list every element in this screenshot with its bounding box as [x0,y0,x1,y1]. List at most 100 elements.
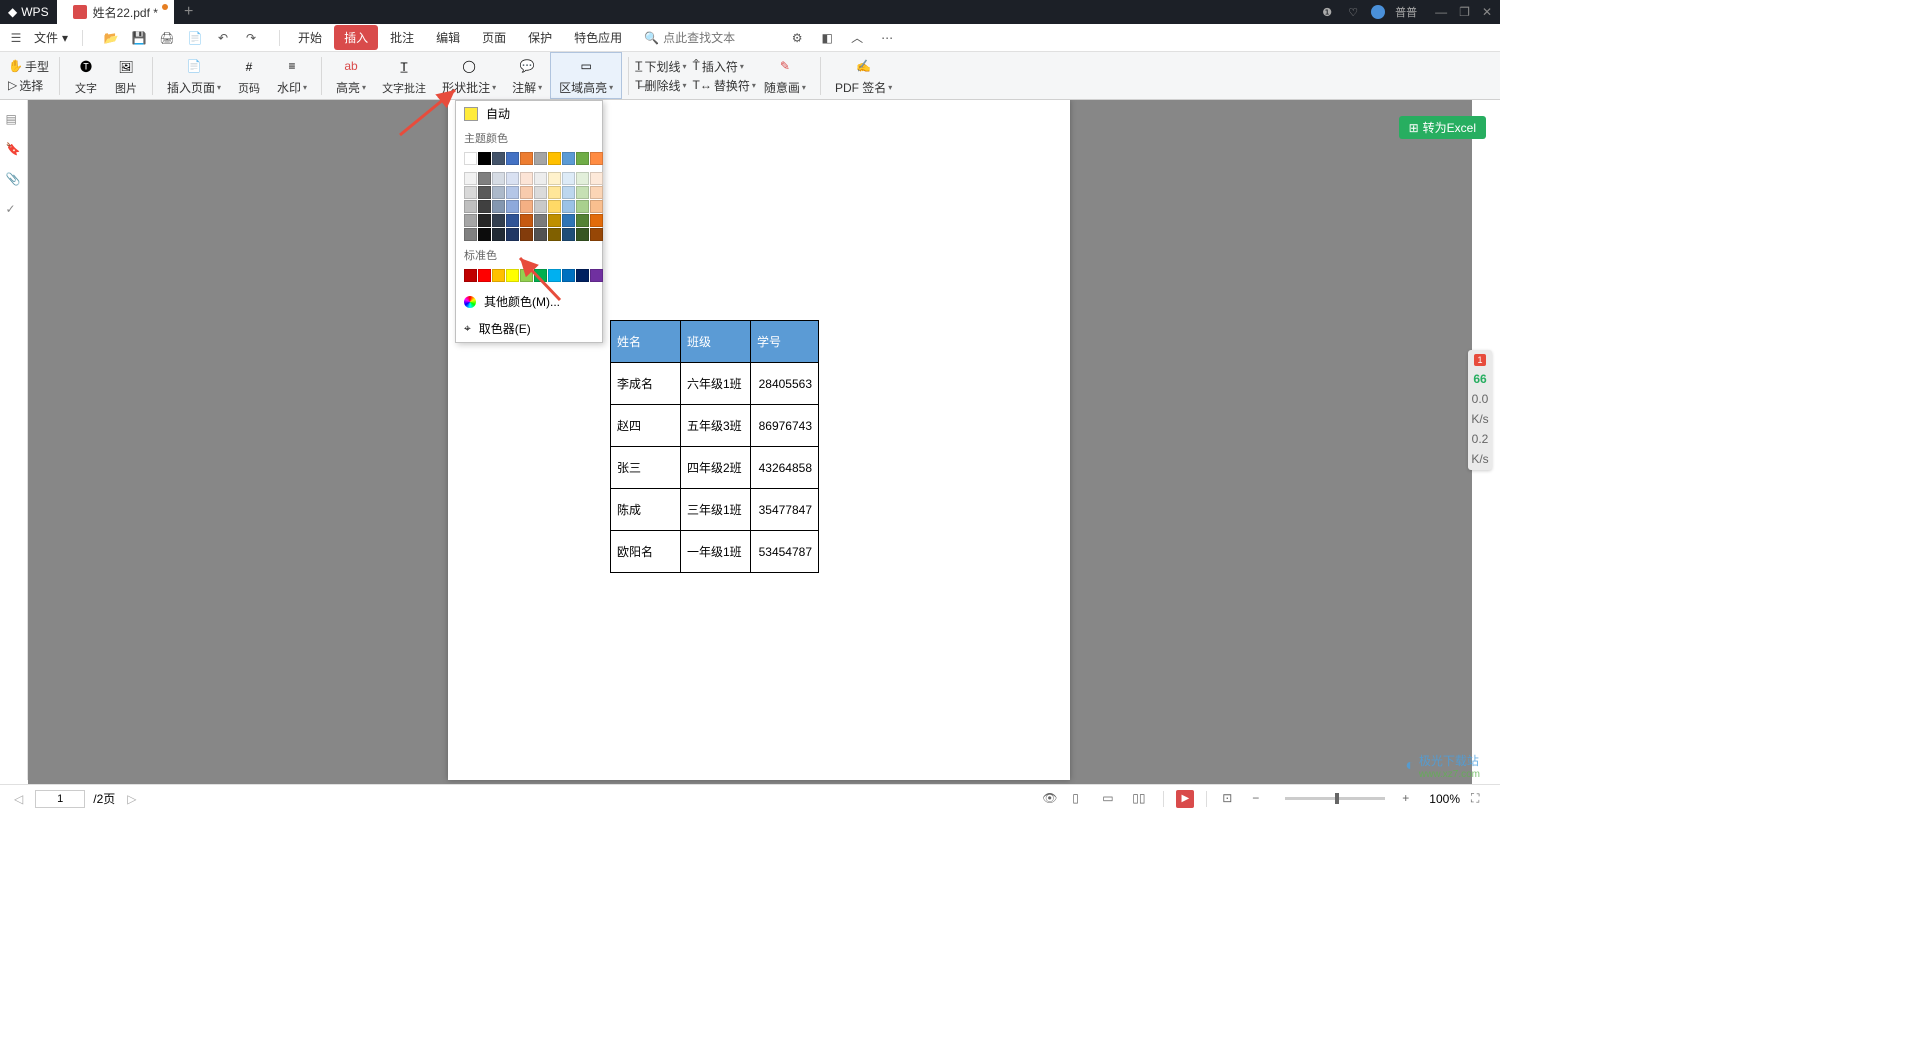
image-button[interactable]: 🖼图片 [106,54,146,98]
tab-special[interactable]: 特色应用 [564,25,632,50]
color-swatch[interactable] [534,200,547,213]
signature-button[interactable]: ✍PDF 签名▾ [827,53,900,98]
more-colors-row[interactable]: 其他颜色(M)... [456,288,602,315]
canvas-area[interactable]: 姓名 班级 学号 李成名六年级1班28405563 赵四五年级3班8697674… [28,100,1472,784]
color-swatch[interactable] [548,214,561,227]
skin-icon[interactable]: ◧ [817,28,837,48]
color-swatch[interactable] [506,214,519,227]
tab-page[interactable]: 页面 [472,25,516,50]
color-swatch[interactable] [576,152,589,165]
text-annotation-button[interactable]: T̲文字批注 [374,54,434,98]
color-swatch[interactable] [492,269,505,282]
color-swatch[interactable] [464,152,477,165]
color-swatch[interactable] [534,269,547,282]
shape-annotation-button[interactable]: ◯形状批注▾ [434,53,504,98]
color-swatch[interactable] [590,214,603,227]
open-icon[interactable]: 📂 [101,28,121,48]
color-swatch[interactable] [590,186,603,199]
color-swatch[interactable] [548,152,561,165]
color-swatch[interactable] [506,186,519,199]
color-swatch[interactable] [506,172,519,185]
document-tab[interactable]: 姓名22.pdf * [57,0,174,24]
color-swatch[interactable] [464,228,477,241]
tab-start[interactable]: 开始 [288,25,332,50]
zoom-fit-icon[interactable]: ⊡ [1222,791,1238,807]
strikethrough-button[interactable]: T̶删除线▾ [635,77,686,94]
page-number-input[interactable] [35,790,85,808]
color-swatch[interactable] [562,228,575,241]
color-swatch[interactable] [576,214,589,227]
color-swatch[interactable] [576,269,589,282]
color-swatch[interactable] [520,269,533,282]
collapse-icon[interactable]: ︿ [847,28,867,48]
print-icon[interactable]: 🖨 [157,28,177,48]
color-swatch[interactable] [506,269,519,282]
text-button[interactable]: 🅣文字 [66,54,106,98]
caret-button[interactable]: T̂插入符▾ [693,58,756,75]
color-swatch[interactable] [478,228,491,241]
color-swatch[interactable] [478,152,491,165]
tab-edit[interactable]: 编辑 [426,25,470,50]
color-swatch[interactable] [506,228,519,241]
color-swatch[interactable] [492,152,505,165]
color-swatch[interactable] [492,172,505,185]
freehand-button[interactable]: ✎随意画▾ [756,53,814,98]
counter-icon[interactable]: ❶ [1319,4,1335,20]
file-menu[interactable]: 文件 ▾ [28,29,74,46]
color-swatch[interactable] [562,269,575,282]
eye-icon[interactable]: 👁 [1042,791,1058,807]
color-swatch[interactable] [464,172,477,185]
color-swatch[interactable] [548,172,561,185]
undo-icon[interactable]: ↶ [213,28,233,48]
color-swatch[interactable] [464,269,477,282]
color-swatch[interactable] [590,228,603,241]
user-avatar-icon[interactable] [1371,5,1385,19]
view-two-page-icon[interactable]: ▯▯ [1132,791,1148,807]
watermark-button[interactable]: ≡水印▾ [269,53,315,98]
next-page-button[interactable]: ▷ [123,792,140,806]
color-swatch[interactable] [562,172,575,185]
color-swatch[interactable] [492,200,505,213]
color-swatch[interactable] [534,172,547,185]
underline-button[interactable]: T̲下划线▾ [635,58,686,75]
settings-icon[interactable]: ⚙ [787,28,807,48]
color-swatch[interactable] [590,269,603,282]
tab-insert[interactable]: 插入 [334,25,378,50]
color-swatch[interactable] [562,152,575,165]
color-swatch[interactable] [548,186,561,199]
color-swatch[interactable] [548,200,561,213]
color-swatch[interactable] [534,186,547,199]
tab-annotate[interactable]: 批注 [380,25,424,50]
color-swatch[interactable] [478,172,491,185]
new-tab-button[interactable]: + [174,4,203,20]
fullscreen-icon[interactable]: ⛶ [1471,791,1487,807]
color-swatch[interactable] [534,152,547,165]
color-swatch[interactable] [576,186,589,199]
color-swatch[interactable] [548,269,561,282]
color-swatch[interactable] [464,200,477,213]
color-swatch[interactable] [520,172,533,185]
search-input[interactable] [663,31,783,45]
more-icon[interactable]: ⋯ [877,28,897,48]
color-swatch[interactable] [506,200,519,213]
save-icon[interactable]: 💾 [129,28,149,48]
color-swatch[interactable] [478,214,491,227]
replace-button[interactable]: T↔替换符▾ [693,77,756,94]
tab-protect[interactable]: 保护 [518,25,562,50]
color-swatch[interactable] [576,172,589,185]
color-swatch[interactable] [520,200,533,213]
color-swatch[interactable] [520,186,533,199]
color-swatch[interactable] [478,269,491,282]
color-swatch[interactable] [520,214,533,227]
note-button[interactable]: 💬注解▾ [504,53,550,98]
menu-hamburger-icon[interactable]: ☰ [6,28,26,48]
minimize-button[interactable]: — [1435,5,1447,19]
page-number-button[interactable]: #页码 [229,54,269,98]
color-swatch[interactable] [562,200,575,213]
color-swatch[interactable] [478,200,491,213]
area-highlight-button[interactable]: ▭区域高亮▾ [550,52,622,99]
message-icon[interactable]: ♡ [1345,4,1361,20]
convert-to-excel-button[interactable]: ⊞ 转为Excel [1399,116,1486,139]
color-swatch[interactable] [506,152,519,165]
insert-page-button[interactable]: 📄插入页面▾ [159,53,229,98]
